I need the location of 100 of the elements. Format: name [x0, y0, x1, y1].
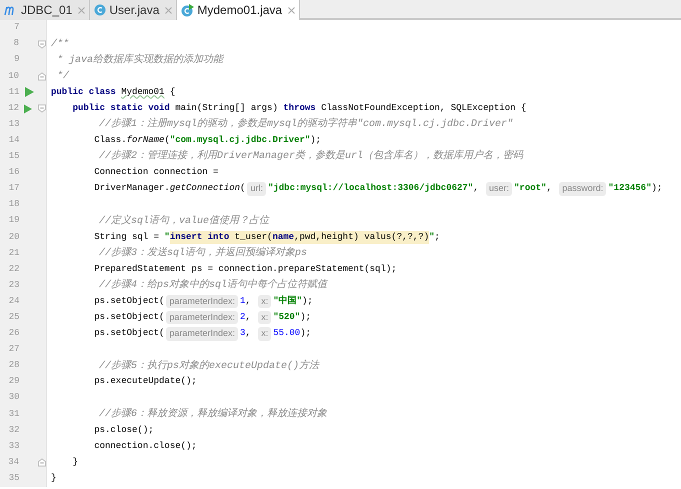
code-comment: //步骤2：管理连接，利用DriverManager类，参数是url（包含库名），数据库用户名，密码 [98, 149, 524, 164]
code-comment: */ [56, 70, 70, 84]
fold-icon[interactable] [38, 458, 46, 468]
code-text: ); [652, 182, 662, 196]
sql-text: ,pwd,height) valus(?,?,?) [294, 230, 430, 244]
line-number: 24 [8, 294, 20, 308]
code-comment: /** [51, 38, 70, 52]
code-comment: //步骤3：发送sql语句，并返回预编译对象ps [98, 246, 308, 261]
keyword-text: public class [51, 86, 117, 99]
run-icon[interactable] [24, 104, 32, 114]
close-icon[interactable] [165, 6, 172, 14]
parameter-hint: password: [559, 182, 606, 196]
code-text: ; [434, 230, 440, 244]
parameter-hint: x: [258, 294, 272, 308]
sql-text: t_user( [229, 230, 272, 244]
line-number: 11 [8, 86, 20, 99]
number-literal: 3 [240, 327, 246, 340]
parameter-hint: user: [486, 182, 512, 196]
run-icon[interactable] [24, 87, 34, 98]
sql-keyword-text: name [272, 230, 294, 244]
number-literal: 1 [240, 294, 246, 308]
line-number: 35 [8, 472, 20, 485]
parameter-hint: x: [258, 327, 272, 341]
parameter-hint: parameterIndex: [166, 310, 238, 324]
editor-tab[interactable]: User.java [90, 0, 178, 20]
code-comment: //步骤4：给ps对象中的sql语句中每个占位符赋值 [98, 278, 328, 294]
string-literal: "jdbc:mysql://localhost:3306/jdbc0627" [268, 182, 474, 196]
string-literal: " [164, 230, 170, 244]
runnable-class-icon [181, 4, 194, 16]
string-literal: "root" [514, 182, 546, 196]
line-number: 22 [8, 262, 20, 276]
line-number: 23 [8, 278, 20, 292]
line-number: 17 [8, 182, 20, 196]
code-text: ( [164, 134, 170, 147]
string-literal: "123456" [608, 182, 652, 196]
line-number: 12 [7, 102, 19, 115]
line-number: 31 [8, 408, 20, 421]
class-icon [94, 4, 106, 16]
line-number: 29 [8, 375, 20, 388]
code-text: ); [302, 294, 313, 308]
line-number: 7 [13, 21, 20, 34]
line-number: 15 [8, 150, 20, 164]
code-text: ClassNotFoundException, SQLException { [321, 102, 526, 115]
string-literal: "中国" [273, 294, 302, 308]
line-number: 14 [8, 134, 20, 147]
parameter-hint: parameterIndex: [166, 294, 238, 308]
fold-icon[interactable] [38, 104, 46, 114]
line-number: 32 [8, 424, 20, 437]
line-number: 27 [8, 343, 20, 356]
line-number: 28 [8, 359, 20, 372]
code-text: ( [240, 182, 246, 196]
fold-icon[interactable] [38, 40, 46, 49]
code-text: DriverManager. [93, 182, 170, 196]
method-name-text: forName [126, 134, 164, 147]
code-text: Class. [93, 134, 127, 147]
code-text: { [168, 86, 176, 99]
code-text: } [51, 472, 56, 485]
keyword-text: throws [283, 102, 317, 115]
code-comment: //定义sql语句，value值使用？占位 [98, 214, 270, 229]
code-text: ps.setObject( [93, 294, 164, 308]
parameter-hint: x: [258, 310, 272, 324]
editor-tab[interactable]: Mydemo01.java [177, 0, 300, 20]
line-number: 16 [8, 166, 20, 180]
close-icon[interactable] [78, 6, 86, 14]
line-number: 13 [8, 118, 20, 131]
code-comment: * java给数据库实现数据的添加功能 [56, 52, 224, 68]
close-icon[interactable] [288, 6, 296, 14]
editor-tab[interactable]: JDBC_01 [0, 0, 90, 20]
code-text: , [245, 294, 252, 308]
code-text: Connection connection = [93, 166, 218, 180]
line-number: 9 [13, 53, 20, 66]
code-text: , [245, 310, 252, 324]
line-number: 10 [7, 70, 19, 83]
code-comment: //步骤6：释放资源，释放编译对象，释放连接对象 [98, 406, 328, 422]
code-text: PreparedStatement ps = connection.prepareStatement(sql); [93, 262, 397, 276]
code-text: , [473, 182, 480, 196]
number-literal: 55.00 [273, 327, 300, 340]
line-number: 26 [8, 327, 20, 340]
fold-icon[interactable] [38, 72, 46, 81]
line-number: 21 [8, 246, 20, 260]
string-literal: " [429, 230, 435, 244]
string-literal: "520" [273, 310, 300, 324]
code-comment: //步骤5：执行ps对象的executeUpdate()方法 [98, 358, 320, 374]
code-text: ps.executeUpdate(); [93, 375, 197, 388]
code-text: ps.setObject( [93, 310, 164, 324]
code-text: ); [300, 327, 312, 340]
code-text: ps.setObject( [93, 327, 164, 340]
line-number: 34 [7, 456, 19, 469]
code-text: , [245, 327, 252, 340]
class-name-text: Mydemo01 [121, 86, 164, 99]
keyword-text: public static void [72, 102, 171, 115]
number-literal: 2 [240, 310, 246, 324]
line-number: 25 [8, 310, 20, 324]
line-number: 19 [8, 214, 20, 228]
code-text: } [72, 456, 78, 469]
sql-keyword-text: insert into [170, 230, 230, 244]
code-text: ); [300, 310, 312, 324]
code-text: String sql = [93, 230, 160, 244]
code-text: ); [310, 134, 322, 147]
line-number: 8 [12, 37, 19, 50]
